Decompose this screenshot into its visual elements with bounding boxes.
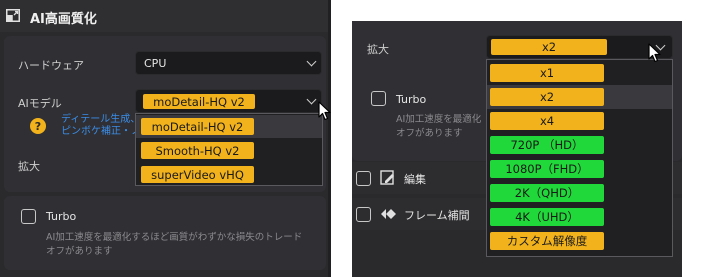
scale-label: 拡大 xyxy=(18,160,40,173)
hardware-value: CPU xyxy=(144,57,167,70)
mouse-cursor-icon xyxy=(318,101,331,121)
right-panel: 拡大 x2 Turbo AI加工速度を最適化 オフがあります 編集 フレーム補間… xyxy=(352,21,682,277)
dropdown-option[interactable]: 4K（UHD） xyxy=(487,205,672,229)
turbo-checkbox[interactable] xyxy=(371,91,386,106)
option-label: superVideo vHQ xyxy=(141,166,254,183)
turbo-checkbox[interactable] xyxy=(21,209,36,224)
scale-selected-value: x2 xyxy=(491,39,607,55)
option-label: moDetail-HQ v2 xyxy=(141,118,254,135)
frame-interpolation-checkbox[interactable] xyxy=(356,207,371,222)
turbo-description-line-2: オフがあります xyxy=(396,128,463,139)
option-label: Smooth-HQ v2 xyxy=(141,142,254,159)
option-label: 1080P（FHD） xyxy=(490,160,604,178)
frame-interpolation-label: フレーム補間 xyxy=(404,209,470,222)
left-panel: AI高画質化 ハードウェア CPU AIモデル moDetail-HQ v2 ?… xyxy=(0,0,331,277)
dropdown-option[interactable]: 1080P（FHD） xyxy=(487,157,672,181)
scrollbar-track[interactable] xyxy=(328,0,331,277)
help-text-line-1[interactable]: ディテール生成、 xyxy=(61,114,140,126)
hardware-label: ハードウェア xyxy=(18,59,84,72)
turbo-label: Turbo xyxy=(46,210,77,223)
option-label: 2K（QHD） xyxy=(490,184,604,202)
ai-model-label: AIモデル xyxy=(18,97,62,110)
scale-dropdown: x1 x2 x4 720P （HD） 1080P（FHD） 2K（QHD） 4K… xyxy=(486,59,673,257)
dropdown-option[interactable]: 2K（QHD） xyxy=(487,181,672,205)
chevron-down-icon xyxy=(306,94,317,105)
dropdown-option[interactable]: 720P （HD） xyxy=(487,133,672,157)
edit-checkbox[interactable] xyxy=(356,171,371,186)
enhance-icon xyxy=(6,9,20,22)
dropdown-option[interactable]: Smooth-HQ v2 xyxy=(136,139,322,162)
dropdown-option[interactable]: カスタム解像度 xyxy=(487,229,672,253)
option-label: 720P （HD） xyxy=(490,136,604,154)
dropdown-option[interactable]: x4 xyxy=(487,109,672,133)
option-label: カスタム解像度 xyxy=(490,232,604,250)
scale-label: 拡大 xyxy=(367,43,389,56)
option-label: 4K（UHD） xyxy=(490,208,604,226)
turbo-label: Turbo xyxy=(396,93,427,106)
turbo-description-line-1: AI加工速度を最適化 xyxy=(396,114,482,125)
frame-interpolation-icon xyxy=(381,209,396,219)
turbo-description-line-2: オフがあります xyxy=(46,246,113,257)
dropdown-option[interactable]: superVideo vHQ xyxy=(136,163,322,186)
help-icon[interactable]: ? xyxy=(30,118,46,134)
hardware-select[interactable]: CPU xyxy=(135,51,322,75)
option-label: x2 xyxy=(490,88,604,106)
ai-model-select[interactable]: moDetail-HQ v2 xyxy=(135,89,322,113)
help-text-line-2[interactable]: ピンボケ補正・ノ xyxy=(61,126,141,138)
dropdown-option[interactable]: moDetail-HQ v2 xyxy=(136,115,322,138)
ai-model-selected-value: moDetail-HQ v2 xyxy=(143,94,255,109)
turbo-description-line-1: AI加工速度を最適化するほど画質がわずかな損失のトレード xyxy=(46,232,303,243)
edit-label: 編集 xyxy=(404,173,426,186)
chevron-down-icon xyxy=(306,56,317,67)
ai-model-dropdown: moDetail-HQ v2 Smooth-HQ v2 superVideo v… xyxy=(135,113,323,186)
edit-icon xyxy=(380,170,394,185)
turbo-card: Turbo AI加工速度を最適化するほど画質がわずかな損失のトレード オフがあり… xyxy=(4,196,326,270)
scale-select[interactable]: x2 xyxy=(486,35,673,59)
dropdown-option[interactable]: x2 xyxy=(487,85,672,109)
panel-title-bar: AI高画質化 xyxy=(0,0,331,32)
option-label: x4 xyxy=(490,112,604,130)
option-label: x1 xyxy=(490,64,604,82)
mouse-cursor-icon xyxy=(648,43,661,63)
dropdown-option[interactable]: x1 xyxy=(487,61,672,85)
panel-title: AI高画質化 xyxy=(30,12,97,27)
